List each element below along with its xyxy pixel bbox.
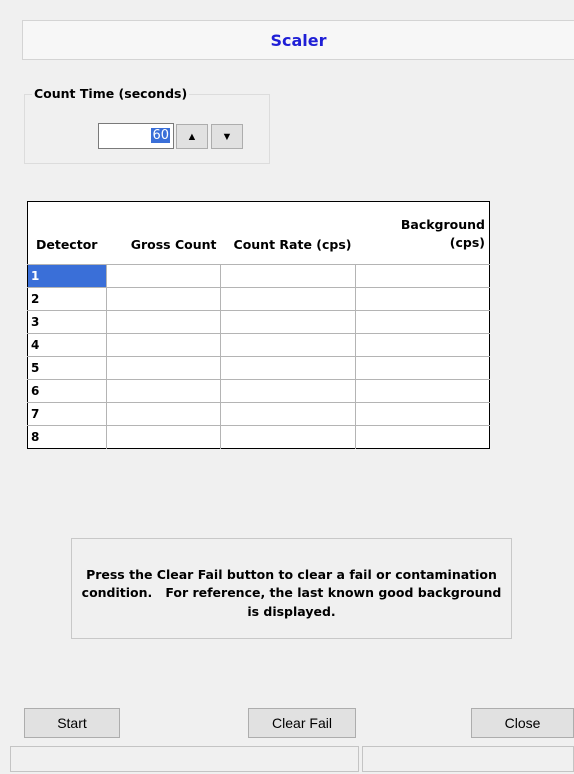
table-row[interactable]: 4 xyxy=(27,333,490,357)
window-title: Scaler xyxy=(270,30,327,50)
background-cell[interactable] xyxy=(355,310,490,334)
background-cell[interactable] xyxy=(355,379,490,403)
count-rate-cell[interactable] xyxy=(220,310,356,334)
detector-cell[interactable]: 3 xyxy=(27,310,107,334)
table-row[interactable]: 2 xyxy=(27,287,490,311)
gross-count-cell[interactable] xyxy=(106,402,221,426)
detector-cell[interactable]: 1 xyxy=(27,264,107,288)
info-message: Press the Clear Fail button to clear a f… xyxy=(71,538,512,639)
header-detector: Detector xyxy=(27,201,107,265)
down-triangle-icon: ▼ xyxy=(221,130,233,143)
background-cell[interactable] xyxy=(355,356,490,380)
count-time-value: 60 xyxy=(151,128,170,143)
up-triangle-icon: ▲ xyxy=(186,130,198,143)
decrease-button[interactable]: ▼ xyxy=(211,124,243,149)
table-row[interactable]: 8 xyxy=(27,425,490,449)
count-rate-cell[interactable] xyxy=(220,264,356,288)
count-rate-cell[interactable] xyxy=(220,402,356,426)
gross-count-cell[interactable] xyxy=(106,310,221,334)
background-cell[interactable] xyxy=(355,264,490,288)
info-text: Press the Clear Fail button to clear a f… xyxy=(81,566,506,619)
gross-count-cell[interactable] xyxy=(106,356,221,380)
status-pane-right xyxy=(362,746,574,772)
table-row[interactable]: 5 xyxy=(27,356,490,380)
gross-count-cell[interactable] xyxy=(106,379,221,403)
detector-cell[interactable]: 6 xyxy=(27,379,107,403)
header-gross-count: Gross Count xyxy=(106,201,221,265)
gross-count-cell[interactable] xyxy=(106,264,221,288)
clear-fail-button[interactable]: Clear Fail xyxy=(248,708,356,738)
start-button[interactable]: Start xyxy=(24,708,120,738)
background-cell[interactable] xyxy=(355,333,490,357)
close-button[interactable]: Close xyxy=(471,708,574,738)
count-rate-cell[interactable] xyxy=(220,425,356,449)
count-rate-cell[interactable] xyxy=(220,287,356,311)
detector-cell[interactable]: 8 xyxy=(27,425,107,449)
detector-cell[interactable]: 7 xyxy=(27,402,107,426)
count-rate-cell[interactable] xyxy=(220,356,356,380)
count-time-label: Count Time (seconds) xyxy=(32,86,190,101)
gross-count-cell[interactable] xyxy=(106,425,221,449)
header-background: Background (cps) xyxy=(355,201,490,265)
background-cell[interactable] xyxy=(355,425,490,449)
detector-cell[interactable]: 4 xyxy=(27,333,107,357)
gross-count-cell[interactable] xyxy=(106,333,221,357)
increase-button[interactable]: ▲ xyxy=(176,124,208,149)
detector-cell[interactable]: 2 xyxy=(27,287,107,311)
detector-cell[interactable]: 5 xyxy=(27,356,107,380)
title-bar: Scaler xyxy=(22,20,574,60)
table-row[interactable]: 7 xyxy=(27,402,490,426)
table-row[interactable]: 1 xyxy=(27,264,490,288)
count-rate-cell[interactable] xyxy=(220,379,356,403)
gross-count-cell[interactable] xyxy=(106,287,221,311)
detector-table: Detector Gross Count Count Rate (cps) Ba… xyxy=(27,201,490,449)
status-pane-left xyxy=(10,746,359,772)
table-row[interactable]: 3 xyxy=(27,310,490,334)
count-rate-cell[interactable] xyxy=(220,333,356,357)
table-row[interactable]: 6 xyxy=(27,379,490,403)
background-cell[interactable] xyxy=(355,402,490,426)
header-count-rate: Count Rate (cps) xyxy=(220,201,356,265)
background-cell[interactable] xyxy=(355,287,490,311)
count-time-input[interactable]: 60 xyxy=(98,123,174,149)
